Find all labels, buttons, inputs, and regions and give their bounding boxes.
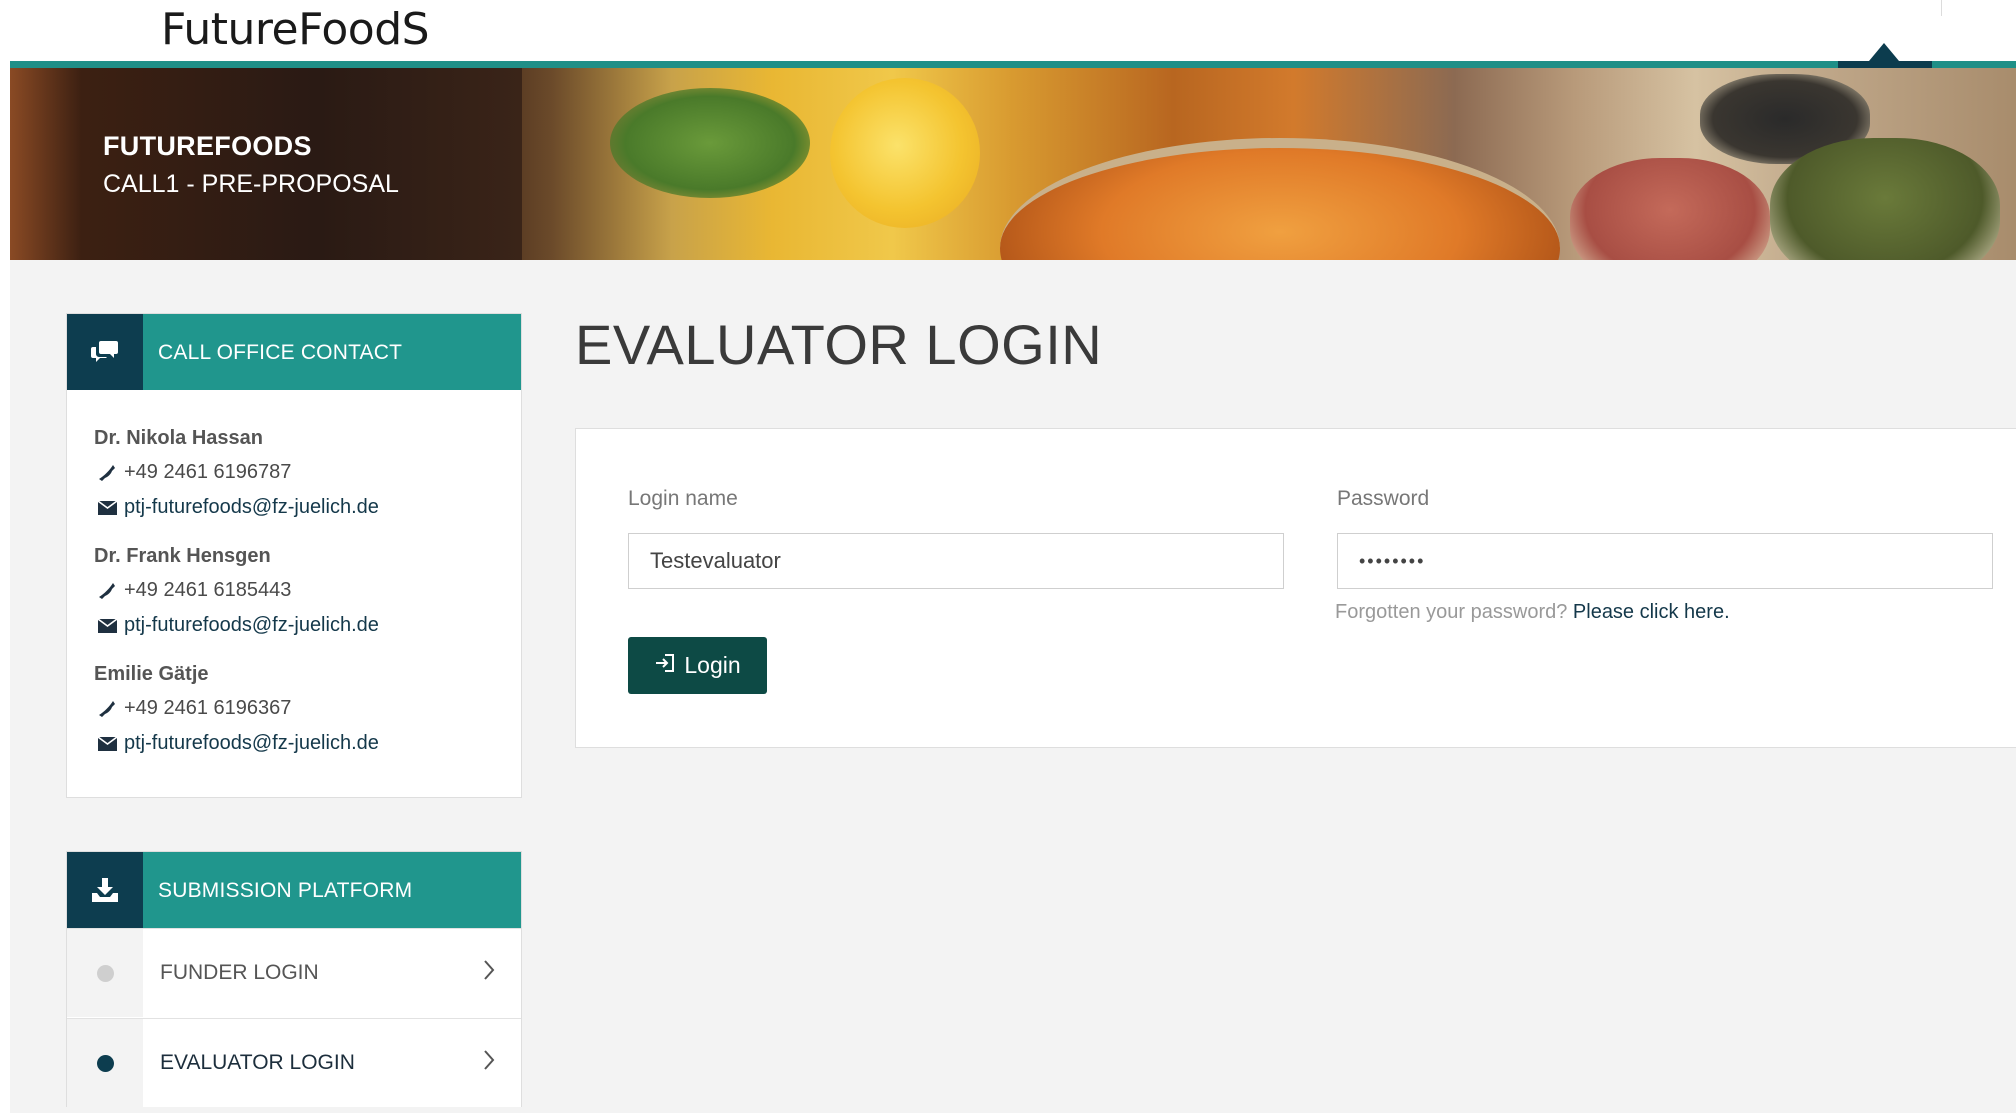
banner-lemon (830, 78, 980, 228)
page-title: EVALUATOR LOGIN (575, 313, 1103, 376)
hero-banner (10, 68, 2016, 260)
contact-email-link[interactable]: ptj-futurefoods@fz-juelich.de (124, 614, 379, 637)
download-icon (67, 852, 143, 928)
site-logo[interactable]: FutureFoodS (161, 4, 430, 55)
banner-spice-sack (1770, 138, 2000, 260)
contact-phone: +49 2461 6196367 (98, 697, 291, 720)
chevron-right-icon (483, 1049, 495, 1076)
phone-icon (98, 464, 124, 482)
phone-icon (98, 582, 124, 600)
active-tab-caret (1869, 43, 1899, 61)
banner-curry-bowl (1000, 138, 1560, 260)
phone-icon (98, 700, 124, 718)
contact-phone: +49 2461 6185443 (98, 579, 291, 602)
login-name-label: Login name (628, 487, 738, 510)
sign-in-icon (654, 652, 676, 680)
header-accent-line (10, 61, 2016, 68)
banner-spice-sack (1570, 158, 1770, 260)
password-input[interactable] (1337, 533, 1993, 589)
contact-email-link[interactable]: ptj-futurefoods@fz-juelich.de (124, 732, 379, 755)
active-tab-indicator[interactable] (1838, 61, 1932, 68)
sidebar-item-label: FUNDER LOGIN (160, 961, 319, 984)
panel-title: CALL OFFICE CONTACT (158, 341, 403, 364)
panel-title: SUBMISSION PLATFORM (158, 879, 413, 902)
banner-salad (610, 88, 810, 198)
submission-platform-panel: SUBMISSION PLATFORM FUNDER LOGIN EVALUAT… (66, 851, 522, 1107)
banner-pumpkin-area (10, 68, 522, 260)
contact-email: ptj-futurefoods@fz-juelich.de (98, 614, 379, 637)
panel-header: SUBMISSION PLATFORM (67, 852, 521, 928)
forgot-password-link[interactable]: Please click here. (1573, 601, 1730, 623)
banner-subtitle: CALL1 - PRE-PROPOSAL (103, 170, 399, 198)
top-bar: FutureFoodS (0, 0, 2016, 61)
login-name-input[interactable] (628, 533, 1284, 589)
contact-name: Dr. Frank Hensgen (94, 545, 271, 567)
panel-header: CALL OFFICE CONTACT (67, 314, 521, 390)
top-separator (1941, 0, 1942, 16)
call-office-contact-panel: CALL OFFICE CONTACT Dr. Nikola Hassan +4… (66, 313, 522, 798)
forgot-password-text: Forgotten your password? Please click he… (1335, 601, 1730, 623)
envelope-icon (98, 618, 124, 633)
contact-name: Emilie Gätje (94, 663, 209, 685)
chevron-right-icon (483, 959, 495, 986)
banner-title: FUTUREFOODS (103, 131, 312, 161)
contact-name: Dr. Nikola Hassan (94, 427, 263, 449)
contact-email: ptj-futurefoods@fz-juelich.de (98, 732, 379, 755)
contact-email: ptj-futurefoods@fz-juelich.de (98, 496, 379, 519)
password-label: Password (1337, 487, 1430, 510)
chat-icon (67, 314, 143, 390)
envelope-icon (98, 500, 124, 515)
sidebar-item-label: EVALUATOR LOGIN (160, 1051, 355, 1074)
active-dot-icon (96, 1054, 114, 1072)
sidebar-item-funder-login[interactable]: FUNDER LOGIN (67, 928, 521, 1017)
contact-phone: +49 2461 6196787 (98, 461, 291, 484)
contact-email-link[interactable]: ptj-futurefoods@fz-juelich.de (124, 496, 379, 519)
login-button[interactable]: Login (628, 637, 767, 694)
sidebar-item-evaluator-login[interactable]: EVALUATOR LOGIN (67, 1018, 521, 1107)
inactive-dot-icon (96, 964, 114, 982)
envelope-icon (98, 736, 124, 751)
